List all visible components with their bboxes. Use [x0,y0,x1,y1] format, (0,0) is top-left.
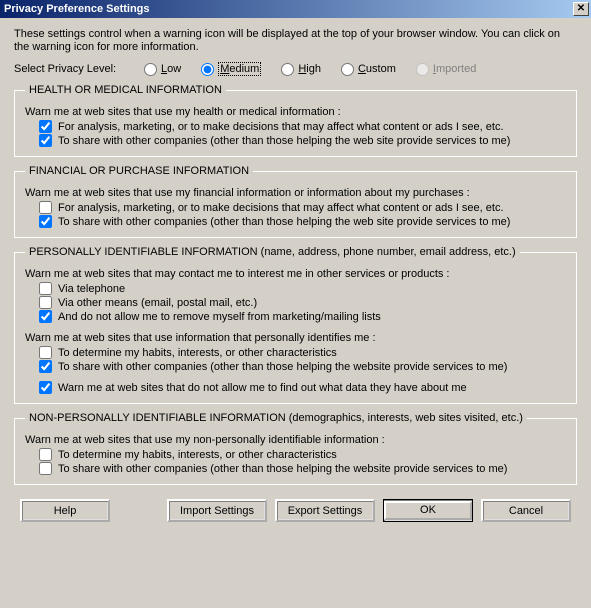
group-health: HEALTH OR MEDICAL INFORMATION Warn me at… [14,84,577,157]
button-row: Help Import Settings Export Settings OK … [14,493,577,522]
health-item-1[interactable]: To share with other companies (other tha… [39,134,566,147]
pii-subhead2: Warn me at web sites that use informatio… [25,332,566,344]
nonpii-subhead: Warn me at web sites that use my non-per… [25,434,566,446]
help-button[interactable]: Help [20,499,110,522]
cancel-button[interactable]: Cancel [481,499,571,522]
group-pii-legend: PERSONALLY IDENTIFIABLE INFORMATION (nam… [25,246,520,258]
pii2-check-0[interactable] [39,346,52,359]
radio-low-label: Low [161,63,181,75]
health-check-1[interactable] [39,134,52,147]
radio-high[interactable]: High [281,63,321,76]
nonpii-item-0[interactable]: To determine my habits, interests, or ot… [39,448,566,461]
pii1-check-2[interactable] [39,310,52,323]
pii2-check-1[interactable] [39,360,52,373]
radio-imported: Imported [416,63,476,76]
pii2-item-1[interactable]: To share with other companies (other tha… [39,360,566,373]
nonpii-check-0[interactable] [39,448,52,461]
financial-check-0[interactable] [39,201,52,214]
financial-check-1[interactable] [39,215,52,228]
pii1-label-1: Via other means (email, postal mail, etc… [58,297,257,309]
dialog-content: These settings control when a warning ic… [0,18,591,530]
radio-low-input[interactable] [144,63,157,76]
pii3-item-0[interactable]: Warn me at web sites that do not allow m… [39,381,566,394]
pii1-label-0: Via telephone [58,283,125,295]
pii1-check-0[interactable] [39,282,52,295]
pii1-check-1[interactable] [39,296,52,309]
health-label-1: To share with other companies (other tha… [58,135,510,147]
pii1-label-2: And do not allow me to remove myself fro… [58,311,381,323]
nonpii-item-1[interactable]: To share with other companies (other tha… [39,462,566,475]
intro-text: These settings control when a warning ic… [14,28,577,54]
health-check-0[interactable] [39,120,52,133]
radio-high-label: High [298,63,321,75]
health-label-0: For analysis, marketing, or to make deci… [58,121,504,133]
pii3-check-0[interactable] [39,381,52,394]
radio-medium[interactable]: Medium [201,62,261,76]
pii2-item-0[interactable]: To determine my habits, interests, or ot… [39,346,566,359]
pii3-label-0: Warn me at web sites that do not allow m… [58,382,467,394]
pii1-item-1[interactable]: Via other means (email, postal mail, etc… [39,296,566,309]
radio-high-input[interactable] [281,63,294,76]
radio-custom-label: Custom [358,63,396,75]
financial-label-1: To share with other companies (other tha… [58,216,510,228]
radio-imported-label: Imported [433,63,476,75]
radio-custom-input[interactable] [341,63,354,76]
titlebar: Privacy Preference Settings ✕ [0,0,591,18]
group-nonpii-legend: NON-PERSONALLY IDENTIFIABLE INFORMATION … [25,412,527,424]
nonpii-label-0: To determine my habits, interests, or ot… [58,449,337,461]
radio-custom[interactable]: Custom [341,63,396,76]
financial-item-0[interactable]: For analysis, marketing, or to make deci… [39,201,566,214]
import-settings-button[interactable]: Import Settings [167,499,267,522]
nonpii-label-1: To share with other companies (other tha… [58,463,507,475]
health-subhead: Warn me at web sites that use my health … [25,106,566,118]
pii2-label-0: To determine my habits, interests, or ot… [58,347,337,359]
radio-medium-label: Medium [218,62,261,76]
pii2-label-1: To share with other companies (other tha… [58,361,507,373]
close-button[interactable]: ✕ [573,2,589,16]
financial-item-1[interactable]: To share with other companies (other tha… [39,215,566,228]
group-financial: FINANCIAL OR PURCHASE INFORMATION Warn m… [14,165,577,238]
group-pii: PERSONALLY IDENTIFIABLE INFORMATION (nam… [14,246,577,404]
financial-label-0: For analysis, marketing, or to make deci… [58,202,504,214]
group-health-legend: HEALTH OR MEDICAL INFORMATION [25,84,226,96]
privacy-level-label: Select Privacy Level: [14,63,144,75]
group-nonpii: NON-PERSONALLY IDENTIFIABLE INFORMATION … [14,412,577,485]
pii1-item-0[interactable]: Via telephone [39,282,566,295]
pii1-item-2[interactable]: And do not allow me to remove myself fro… [39,310,566,323]
privacy-level-row: Select Privacy Level: Low Medium High Cu… [14,62,577,76]
pii-subhead1: Warn me at web sites that may contact me… [25,268,566,280]
export-settings-button[interactable]: Export Settings [275,499,375,522]
radio-medium-input[interactable] [201,63,214,76]
health-item-0[interactable]: For analysis, marketing, or to make deci… [39,120,566,133]
group-financial-legend: FINANCIAL OR PURCHASE INFORMATION [25,165,253,177]
radio-low[interactable]: Low [144,63,181,76]
window-title: Privacy Preference Settings [4,3,150,15]
financial-subhead: Warn me at web sites that use my financi… [25,187,566,199]
nonpii-check-1[interactable] [39,462,52,475]
ok-button[interactable]: OK [383,499,473,522]
radio-imported-input [416,63,429,76]
